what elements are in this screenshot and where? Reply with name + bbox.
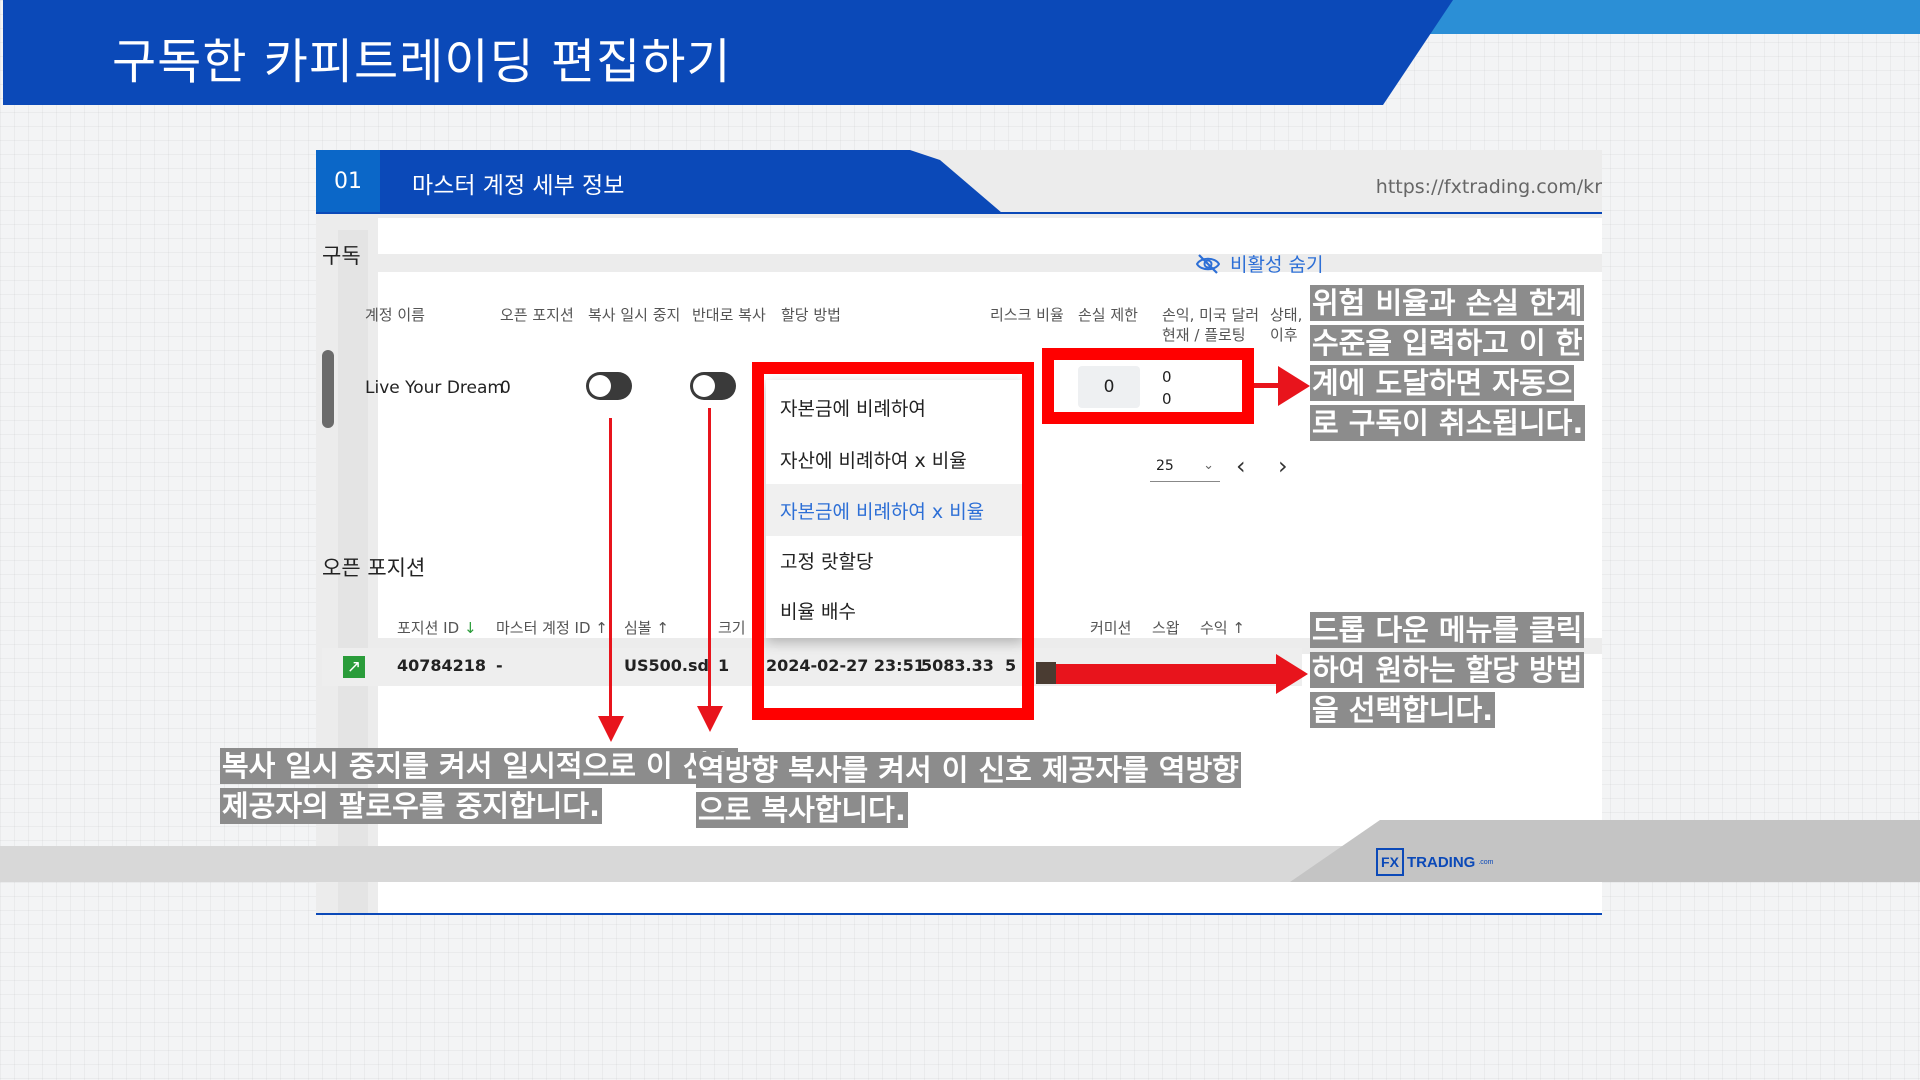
toggle-knob [693,375,715,397]
pause-arrow-line [609,418,612,718]
pause-arrow-head [598,716,624,742]
column-status-line1: 상태, [1270,306,1303,324]
sort-up-icon: ↑ [1232,619,1245,637]
sort-down-icon: ↓ [463,619,477,637]
position-id-cell: 40784218 [397,656,487,675]
logo-mark: FX [1376,848,1404,876]
subscription-title: 구독 [322,244,361,268]
column-profit-label: 수익 [1200,619,1228,637]
column-pnl: 손익, 미국 달러 현재 / 플로팅 [1162,305,1259,345]
column-pnl-line1: 손익, 미국 달러 [1162,306,1260,324]
hide-inactive-label: 비활성 숨기 [1230,254,1324,276]
row-drag-handle[interactable] [322,350,334,428]
toggle-knob [589,375,611,397]
column-master-account-id[interactable]: 마스터 계정 ID ↑ [496,618,608,638]
page-size-value: 25 [1156,457,1174,474]
details-card [378,218,1602,254]
open-positions-cell: 0 [500,378,511,398]
reverse-arrow-head [697,706,723,732]
size-cell: 1 [718,656,730,675]
column-allocation: 할당 방법 [781,306,841,324]
hide-inactive-toggle[interactable]: 비활성 숨기 [1196,250,1323,277]
callout-risk-line: 위험 비율과 손실 한계 [1310,285,1585,321]
risk-highlight-box [1042,348,1254,424]
section-label: 마스터 계정 세부 정보 [412,173,625,199]
reverse-copy-toggle[interactable] [690,372,736,400]
slide-title: 구독한 카피트레이딩 편집하기 [112,34,732,90]
column-status-line2: 이후 [1270,326,1298,344]
callout-dropdown-line: 을 선택합니다. [1310,692,1496,728]
fxtrading-logo: FX TRADING .com [1376,848,1494,876]
source-url: https://fxtrading.com/kr [1375,176,1602,198]
callout-pause-line: 제공자의 팔로우를 중지합니다. [220,788,603,824]
callout-risk-line: 계에 도달하면 자동으 [1310,365,1575,401]
eye-off-icon [1196,253,1220,275]
column-loss-limit: 손실 제한 [1078,306,1138,324]
account-name-cell[interactable]: Live Your Dream [365,378,504,398]
sort-up-icon: ↑ [656,619,669,637]
pause-copy-toggle[interactable] [586,372,632,400]
logo-suffix: .com [1478,858,1494,866]
column-reverse-copy: 반대로 복사 [692,306,766,324]
risk-arrow-head [1278,366,1310,406]
chevron-left-icon[interactable]: ‹ [1236,452,1246,480]
chevron-down-icon: ⌄ [1203,458,1214,473]
callout-dropdown-line: 하여 원하는 할당 방법 [1310,652,1585,688]
column-pause-copy: 복사 일시 중지 [588,306,681,324]
section-number: 01 [316,150,380,213]
column-open-positions: 오픈 포지션 [500,306,574,324]
column-symbol[interactable]: 심볼 ↑ [624,618,669,638]
open-positions-title: 오픈 포지션 [322,556,426,580]
sort-up-icon: ↑ [595,619,608,637]
column-commission[interactable]: 커미션 [1090,618,1131,638]
symbol-cell: US500.sd [624,656,709,675]
chevron-right-icon[interactable]: › [1278,452,1288,480]
logo-text: TRADING [1407,853,1476,871]
column-profit[interactable]: 수익 ↑ [1200,618,1245,638]
risk-arrow-line [1254,383,1278,388]
callout-risk-line: 수준을 입력하고 이 한 [1310,325,1585,361]
callout-pause-line: 복사 일시 중지를 켜서 일시적으로 이 신호 [220,748,739,784]
column-risk-ratio: 리스크 비율 [990,306,1064,324]
column-swap[interactable]: 스왑 [1152,618,1180,638]
callout-reverse: 역방향 복사를 켜서 이 신호 제공자를 역방향 으로 복사합니다. [696,750,1241,830]
callout-pause: 복사 일시 중지를 켜서 일시적으로 이 신호 제공자의 팔로우를 중지합니다. [220,746,739,826]
trend-up-icon: ↗ [343,656,365,678]
callout-dropdown-line: 드롭 다운 메뉴를 클릭 [1310,612,1585,648]
column-position-id-label: 포지션 ID [397,619,460,637]
callout-reverse-line: 역방향 복사를 켜서 이 신호 제공자를 역방향 [696,752,1241,788]
reverse-arrow-line [708,408,711,708]
obscured-cell [1036,662,1056,684]
column-master-account-id-label: 마스터 계정 ID [496,619,591,637]
callout-risk-line: 로 구독이 취소됩니다. [1310,405,1586,441]
dropdown-highlight-box [752,362,1034,720]
column-account-name: 계정 이름 [365,306,425,324]
column-symbol-label: 심볼 [624,619,652,637]
callout-dropdown: 드롭 다운 메뉴를 클릭 하여 원하는 할당 방법 을 선택합니다. [1310,610,1585,730]
callout-risk: 위험 비율과 손실 한계 수준을 입력하고 이 한 계에 도달하면 자동으 로 … [1310,283,1586,443]
column-position-id[interactable]: 포지션 ID ↓ [397,618,477,638]
column-pnl-line2: 현재 / 플로팅 [1162,326,1246,344]
dropdown-arrow-head [1276,654,1308,694]
callout-reverse-line: 으로 복사합니다. [696,792,908,828]
header-divider [316,212,1602,214]
dropdown-arrow-line [1056,664,1278,684]
column-status: 상태, 이후 [1270,305,1306,345]
master-account-id-cell: - [496,656,503,675]
column-size[interactable]: 크기 [718,618,746,638]
page-size-select[interactable]: 25 ⌄ [1150,450,1220,482]
banner-decoration [1400,0,1920,34]
